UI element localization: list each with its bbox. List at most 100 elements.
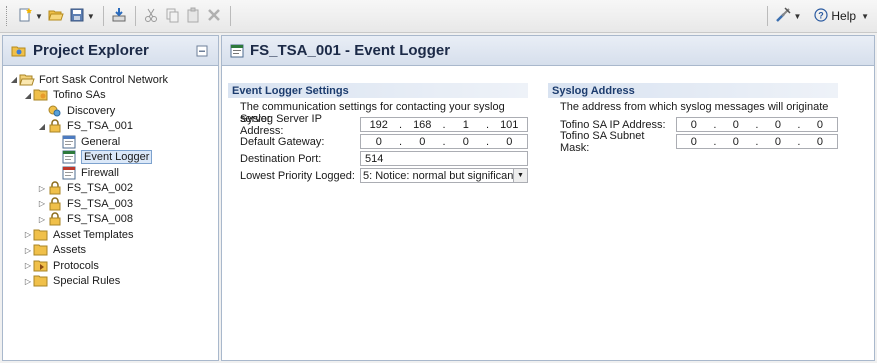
ip-octet[interactable]: 0 [677, 119, 711, 131]
help-button[interactable]: ? Help ▼ [814, 7, 869, 25]
ip-octet[interactable]: 192 [361, 119, 397, 131]
tree-item-label: Special Rules [53, 275, 121, 288]
help-label: Help [831, 9, 857, 23]
collapsed-arrow-icon[interactable]: ▷ [23, 261, 33, 270]
tools-icon [775, 6, 791, 26]
chevron-down-icon[interactable]: ▼ [513, 169, 527, 182]
general-icon [61, 135, 77, 149]
collapsed-arrow-icon[interactable]: ▷ [23, 277, 33, 286]
open-folder-icon [48, 7, 64, 26]
tree-item[interactable]: ◢ Fort Sask Control Network [3, 72, 218, 88]
ip-octet[interactable]: 0 [719, 119, 753, 131]
ip-octet[interactable]: 1 [448, 119, 484, 131]
ip-octet[interactable]: 0 [448, 136, 484, 148]
event-logger-icon [61, 150, 77, 164]
import-button[interactable] [109, 5, 129, 27]
ip-octet[interactable]: 168 [405, 119, 441, 131]
editor-panel: FS_TSA_001 - Event Logger Event Logger S… [221, 35, 875, 361]
tree-item-label: Fort Sask Control Network [39, 73, 168, 86]
ip-octet[interactable]: 0 [803, 119, 837, 131]
copy-button[interactable] [162, 5, 182, 27]
tree-item[interactable]: ▷ FS_TSA_003 [3, 196, 218, 212]
paste-button[interactable] [183, 5, 203, 27]
chevron-down-icon[interactable]: ▼ [87, 12, 95, 21]
firewall-icon [61, 166, 77, 180]
tree-item-label: Event Logger [81, 150, 153, 165]
tree-item[interactable]: ▷ Assets [3, 243, 218, 259]
tree-item[interactable]: Event Logger [3, 150, 218, 166]
expanded-arrow-icon[interactable]: ◢ [23, 91, 33, 100]
ip-octet[interactable]: 0 [803, 136, 837, 148]
destination-port-field[interactable]: 514 [360, 151, 528, 166]
collapsed-arrow-icon[interactable]: ▷ [37, 199, 47, 208]
ip-octet[interactable]: 0 [405, 136, 441, 148]
new-file-icon [17, 7, 33, 26]
folder-icon [33, 274, 49, 288]
project-tree: ◢ Fort Sask Control Network ◢ Tofino SAs Dis… [3, 66, 218, 289]
tree-item[interactable]: ▷ FS_TSA_008 [3, 212, 218, 228]
tofino-sa-subnet-field[interactable]: 0. 0. 0. 0 [675, 134, 838, 149]
collapse-all-button[interactable] [196, 45, 208, 57]
tools-button[interactable]: ▼ [773, 5, 803, 27]
tree-item[interactable]: General [3, 134, 218, 150]
tree-item-label: Protocols [53, 259, 99, 272]
tree-item[interactable]: ▷ Special Rules [3, 274, 218, 290]
tree-item-label: General [81, 135, 121, 148]
toolbar-grip [6, 6, 9, 26]
tree-item[interactable]: ◢ Tofino SAs [3, 88, 218, 104]
tofino-sa-subnet-row: Tofino SA Subnet Mask: 0. 0. 0. 0 [548, 130, 838, 154]
syslog-server-ip-row: Syslog Server IP Address: 192. 168. 1. 1… [228, 113, 528, 137]
main-toolbar: ▼ ▼ ▼ ? Help ▼ [0, 0, 877, 33]
collapsed-arrow-icon[interactable]: ▷ [23, 246, 33, 255]
ip-octet[interactable]: 0 [492, 136, 528, 148]
new-button[interactable]: ▼ [15, 5, 45, 27]
lock-icon [47, 212, 63, 226]
chevron-down-icon[interactable]: ▼ [35, 12, 43, 21]
tree-item[interactable]: ▷ Asset Templates [3, 227, 218, 243]
delete-icon [206, 7, 222, 26]
ip-octet[interactable]: 101 [492, 119, 528, 131]
toolbar-separator [134, 6, 136, 26]
ip-octet[interactable]: 0 [761, 136, 795, 148]
syslog-address-description: The address from which syslog messages w… [560, 101, 829, 113]
tree-item[interactable]: ▷ Protocols [3, 258, 218, 274]
lock-icon [47, 119, 63, 133]
expanded-arrow-icon[interactable]: ◢ [9, 75, 19, 84]
collapsed-arrow-icon[interactable]: ▷ [23, 230, 33, 239]
tofino-sa-ip-field[interactable]: 0. 0. 0. 0 [675, 117, 838, 132]
editor-header: FS_TSA_001 - Event Logger [222, 36, 874, 66]
delete-button[interactable] [204, 5, 224, 27]
open-button[interactable] [46, 5, 66, 27]
syslog-server-ip-field[interactable]: 192. 168. 1. 101 [360, 117, 528, 132]
default-gateway-field[interactable]: 0. 0. 0. 0 [360, 134, 528, 149]
expanded-arrow-icon[interactable]: ◢ [37, 122, 47, 131]
ip-octet[interactable]: 0 [677, 136, 711, 148]
destination-port-row: Destination Port: 514 [228, 150, 528, 167]
copy-icon [164, 7, 180, 26]
svg-text:?: ? [819, 10, 825, 20]
tree-item-label: FS_TSA_003 [67, 197, 134, 210]
collapsed-arrow-icon[interactable]: ▷ [37, 184, 47, 193]
ip-octet[interactable]: 0 [719, 136, 753, 148]
ip-octet[interactable]: 0 [361, 136, 397, 148]
tree-item[interactable]: ▷ FS_TSA_002 [3, 181, 218, 197]
tree-item[interactable]: Firewall [3, 165, 218, 181]
syslog-address-section: Syslog Address The address from which sy… [548, 83, 838, 154]
tree-item[interactable]: ◢ FS_TSA_001 [3, 119, 218, 135]
toolbar-separator [229, 6, 231, 26]
event-logger-settings-title: Event Logger Settings [228, 83, 528, 98]
tofino-sa-subnet-label: Tofino SA Subnet Mask: [560, 129, 645, 154]
lowest-priority-label: Lowest Priority Logged: [240, 169, 355, 182]
event-logger-icon [230, 44, 244, 58]
chevron-down-icon[interactable]: ▼ [793, 12, 801, 21]
tree-item[interactable]: Discovery [3, 103, 218, 119]
save-button[interactable]: ▼ [67, 5, 97, 27]
lowest-priority-row: Lowest Priority Logged: 5: Notice: norma… [228, 167, 528, 184]
ip-octet[interactable]: 0 [761, 119, 795, 131]
folder-open-icon [19, 73, 35, 87]
help-icon: ? [814, 7, 828, 25]
lowest-priority-select[interactable]: 5: Notice: normal but significan ▼ [360, 168, 528, 183]
cut-button[interactable] [141, 5, 161, 27]
chevron-down-icon[interactable]: ▼ [861, 12, 869, 21]
collapsed-arrow-icon[interactable]: ▷ [37, 215, 47, 224]
